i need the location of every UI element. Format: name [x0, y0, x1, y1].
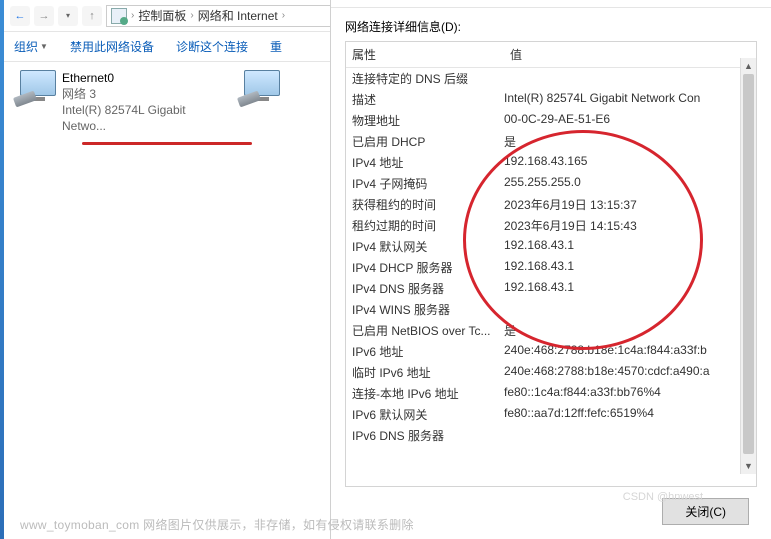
- property-cell: IPv4 DHCP 服务器: [352, 259, 504, 276]
- detail-row[interactable]: 已启用 NetBIOS over Tc...是: [346, 320, 756, 341]
- recent-dropdown[interactable]: ▾: [58, 6, 78, 26]
- value-cell: 240e:468:2788:b18e:1c4a:f844:a33f:b: [504, 343, 750, 360]
- value-cell: fe80::aa7d:12ff:fefc:6519%4: [504, 406, 750, 423]
- dialog-titlebar: [331, 0, 771, 8]
- column-header-value[interactable]: 值: [504, 42, 756, 67]
- detail-row[interactable]: 连接特定的 DNS 后缀: [346, 68, 756, 89]
- property-cell: 临时 IPv6 地址: [352, 364, 504, 381]
- csdn-watermark: CSDN @hnwest: [623, 491, 703, 503]
- column-header-property[interactable]: 属性: [346, 42, 504, 67]
- rename-button[interactable]: 重: [270, 38, 282, 55]
- chevron-right-icon: ›: [190, 10, 193, 21]
- property-cell: 已启用 DHCP: [352, 133, 504, 150]
- value-cell: 是: [504, 322, 750, 339]
- detail-row[interactable]: IPv4 DHCP 服务器192.168.43.1: [346, 257, 756, 278]
- disable-device-button[interactable]: 禁用此网络设备: [70, 38, 154, 55]
- value-cell: 192.168.43.165: [504, 154, 750, 171]
- value-cell: 00-0C-29-AE-51-E6: [504, 112, 750, 129]
- detail-row[interactable]: 描述Intel(R) 82574L Gigabit Network Con: [346, 89, 756, 110]
- detail-row[interactable]: IPv6 DNS 服务器: [346, 425, 756, 446]
- adapter-icon: [238, 70, 280, 106]
- property-cell: 租约过期的时间: [352, 217, 504, 234]
- detail-row[interactable]: IPv4 子网掩码255.255.255.0: [346, 173, 756, 194]
- value-cell: 255.255.255.0: [504, 175, 750, 192]
- details-dialog: 网络连接详细信息(D): 属性 值 连接特定的 DNS 后缀描述Intel(R)…: [330, 0, 771, 539]
- organize-menu[interactable]: 组织 ▼: [14, 38, 48, 55]
- details-rows: 连接特定的 DNS 后缀描述Intel(R) 82574L Gigabit Ne…: [346, 68, 756, 486]
- annotation-underline: [82, 142, 252, 145]
- details-label: 网络连接详细信息(D):: [331, 8, 771, 41]
- value-cell: 2023年6月19日 14:15:43: [504, 217, 750, 234]
- chevron-right-icon: ›: [131, 10, 134, 21]
- scrollbar[interactable]: ▲ ▼: [740, 58, 756, 474]
- up-button[interactable]: ↑: [82, 6, 102, 26]
- details-listview[interactable]: 属性 值 连接特定的 DNS 后缀描述Intel(R) 82574L Gigab…: [345, 41, 757, 487]
- adapter-name: Ethernet0: [62, 70, 202, 86]
- adapter-description: Intel(R) 82574L Gigabit Netwo...: [62, 102, 202, 134]
- value-cell: 192.168.43.1: [504, 238, 750, 255]
- property-cell: 已启用 NetBIOS over Tc...: [352, 322, 504, 339]
- breadcrumb-network[interactable]: 网络和 Internet: [198, 7, 278, 24]
- property-cell: IPv6 地址: [352, 343, 504, 360]
- property-cell: IPv4 WINS 服务器: [352, 301, 504, 318]
- detail-row[interactable]: 临时 IPv6 地址240e:468:2788:b18e:4570:cdcf:a…: [346, 362, 756, 383]
- detail-row[interactable]: 已启用 DHCP是: [346, 131, 756, 152]
- adapter-icon: [14, 70, 56, 106]
- chevron-down-icon: ▼: [40, 42, 48, 51]
- back-button[interactable]: ←: [10, 6, 30, 26]
- detail-row[interactable]: 连接-本地 IPv6 地址fe80::1c4a:f844:a33f:bb76%4: [346, 383, 756, 404]
- value-cell: 2023年6月19日 13:15:37: [504, 196, 750, 213]
- detail-row[interactable]: 获得租约的时间2023年6月19日 13:15:37: [346, 194, 756, 215]
- property-cell: IPv6 默认网关: [352, 406, 504, 423]
- detail-row[interactable]: 物理地址00-0C-29-AE-51-E6: [346, 110, 756, 131]
- value-cell: 是: [504, 133, 750, 150]
- property-cell: IPv4 子网掩码: [352, 175, 504, 192]
- value-cell: 240e:468:2788:b18e:4570:cdcf:a490:a: [504, 364, 750, 381]
- property-cell: 描述: [352, 91, 504, 108]
- scroll-down-icon[interactable]: ▼: [741, 458, 756, 474]
- property-cell: 获得租约的时间: [352, 196, 504, 213]
- footer-watermark: www_toymoban_com 网络图片仅供展示，非存储，如有侵权请联系删除: [20, 516, 414, 533]
- detail-row[interactable]: IPv6 地址240e:468:2788:b18e:1c4a:f844:a33f…: [346, 341, 756, 362]
- detail-row[interactable]: 租约过期的时间2023年6月19日 14:15:43: [346, 215, 756, 236]
- detail-row[interactable]: IPv4 DNS 服务器192.168.43.1: [346, 278, 756, 299]
- property-cell: IPv6 DNS 服务器: [352, 427, 504, 444]
- detail-row[interactable]: IPv4 地址192.168.43.165: [346, 152, 756, 173]
- value-cell: [504, 70, 750, 87]
- control-panel-icon: [111, 8, 127, 24]
- property-cell: IPv4 DNS 服务器: [352, 280, 504, 297]
- property-cell: IPv4 地址: [352, 154, 504, 171]
- adapter-text: Ethernet0 网络 3 Intel(R) 82574L Gigabit N…: [62, 70, 202, 134]
- diagnose-button[interactable]: 诊断这个连接: [176, 38, 248, 55]
- detail-row[interactable]: IPv4 默认网关192.168.43.1: [346, 236, 756, 257]
- property-cell: 物理地址: [352, 112, 504, 129]
- value-cell: fe80::1c4a:f844:a33f:bb76%4: [504, 385, 750, 402]
- value-cell: [504, 301, 750, 318]
- property-cell: 连接-本地 IPv6 地址: [352, 385, 504, 402]
- property-cell: IPv4 默认网关: [352, 238, 504, 255]
- detail-row[interactable]: IPv4 WINS 服务器: [346, 299, 756, 320]
- scroll-up-icon[interactable]: ▲: [741, 58, 756, 74]
- forward-button[interactable]: →: [34, 6, 54, 26]
- value-cell: 192.168.43.1: [504, 280, 750, 297]
- column-header-row: 属性 值: [346, 42, 756, 68]
- scroll-thumb[interactable]: [743, 74, 754, 454]
- adapter-item[interactable]: Ethernet0 网络 3 Intel(R) 82574L Gigabit N…: [14, 70, 202, 134]
- chevron-right-icon: ›: [282, 10, 285, 21]
- adapter-network: 网络 3: [62, 86, 202, 102]
- breadcrumb-control-panel[interactable]: 控制面板: [138, 7, 186, 24]
- value-cell: Intel(R) 82574L Gigabit Network Con: [504, 91, 750, 108]
- detail-row[interactable]: IPv6 默认网关fe80::aa7d:12ff:fefc:6519%4: [346, 404, 756, 425]
- value-cell: [504, 427, 750, 444]
- property-cell: 连接特定的 DNS 后缀: [352, 70, 504, 87]
- value-cell: 192.168.43.1: [504, 259, 750, 276]
